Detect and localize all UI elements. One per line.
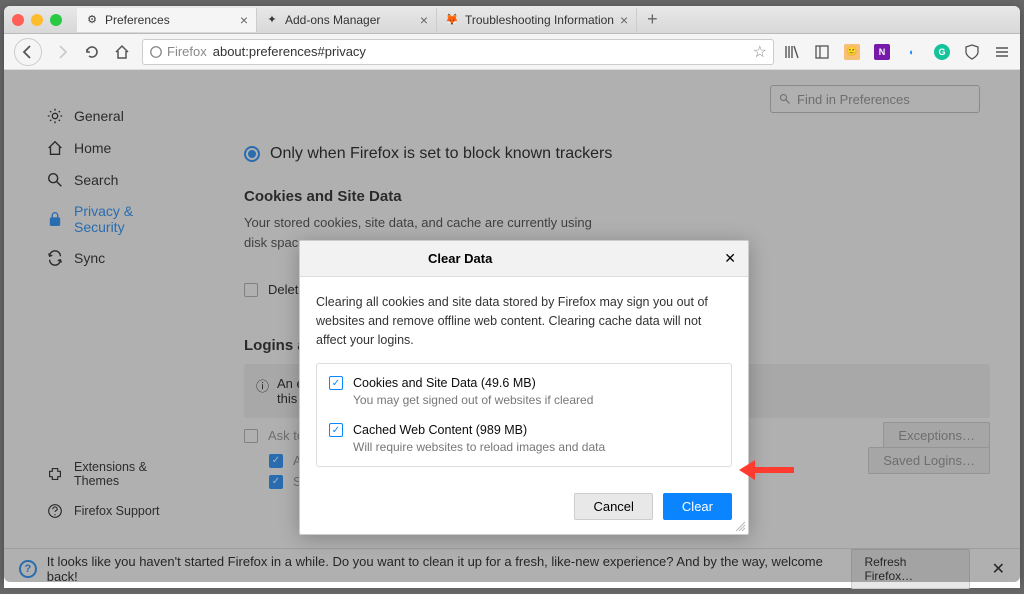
url-text: about:preferences#privacy bbox=[213, 44, 747, 59]
checkbox-icon: ✓ bbox=[329, 376, 343, 390]
reload-button[interactable] bbox=[82, 42, 102, 62]
navigation-toolbar: Firefox about:preferences#privacy ☆ 🙂 N … bbox=[4, 34, 1020, 70]
extension-onenote-icon[interactable]: N bbox=[874, 44, 890, 60]
cancel-button[interactable]: Cancel bbox=[574, 493, 652, 520]
identity-label: Firefox bbox=[167, 44, 207, 59]
browser-window: ⚙ Preferences × ✦ Add-ons Manager × 🦊 Tr… bbox=[4, 6, 1020, 582]
sidebar-icon[interactable] bbox=[814, 44, 830, 60]
dialog-title: Clear Data bbox=[428, 251, 492, 266]
tab-label: Troubleshooting Information bbox=[465, 13, 614, 27]
option-cookies[interactable]: ✓ Cookies and Site Data (49.6 MB) You ma… bbox=[329, 376, 719, 407]
option-label: Cookies and Site Data (49.6 MB) bbox=[353, 376, 593, 390]
dialog-description: Clearing all cookies and site data store… bbox=[316, 293, 732, 349]
clear-data-dialog: Clear Data ✕ Clearing all cookies and si… bbox=[299, 240, 749, 535]
checkbox-icon: ✓ bbox=[329, 423, 343, 437]
option-sublabel: You may get signed out of websites if cl… bbox=[353, 393, 593, 407]
extension-blue-icon[interactable]: ◐ bbox=[904, 44, 920, 60]
dialog-options: ✓ Cookies and Site Data (49.6 MB) You ma… bbox=[316, 363, 732, 467]
close-tab-icon[interactable]: × bbox=[620, 12, 628, 28]
tab-strip: ⚙ Preferences × ✦ Add-ons Manager × 🦊 Tr… bbox=[77, 8, 1012, 32]
forward-button[interactable] bbox=[52, 42, 72, 62]
preferences-content: General Home Search Privacy & Security S… bbox=[4, 70, 1020, 582]
tab-label: Add-ons Manager bbox=[285, 13, 380, 27]
dialog-titlebar: Clear Data ✕ bbox=[300, 241, 748, 277]
dialog-close-button[interactable]: ✕ bbox=[724, 250, 736, 267]
close-window-button[interactable] bbox=[12, 14, 24, 26]
titlebar: ⚙ Preferences × ✦ Add-ons Manager × 🦊 Tr… bbox=[4, 6, 1020, 34]
maximize-window-button[interactable] bbox=[50, 14, 62, 26]
firefox-icon: 🦊 bbox=[445, 13, 459, 27]
resize-grip-icon[interactable] bbox=[734, 520, 746, 532]
close-tab-icon[interactable]: × bbox=[420, 12, 428, 28]
option-label: Cached Web Content (989 MB) bbox=[353, 423, 605, 437]
new-tab-button[interactable]: + bbox=[637, 9, 668, 30]
dialog-body: Clearing all cookies and site data store… bbox=[300, 277, 748, 483]
back-button[interactable] bbox=[14, 38, 42, 66]
url-bar[interactable]: Firefox about:preferences#privacy ☆ bbox=[142, 39, 774, 65]
extension-avatar-icon[interactable]: 🙂 bbox=[844, 44, 860, 60]
clear-button[interactable]: Clear bbox=[663, 493, 732, 520]
tab-troubleshooting[interactable]: 🦊 Troubleshooting Information × bbox=[437, 8, 637, 32]
bookmark-star-icon[interactable]: ☆ bbox=[753, 42, 767, 62]
option-cache[interactable]: ✓ Cached Web Content (989 MB) Will requi… bbox=[329, 423, 719, 454]
tab-label: Preferences bbox=[105, 13, 170, 27]
dialog-footer: Cancel Clear bbox=[300, 483, 748, 534]
home-button[interactable] bbox=[112, 42, 132, 62]
app-menu-icon[interactable] bbox=[994, 44, 1010, 60]
puzzle-icon: ✦ bbox=[265, 13, 279, 27]
library-icon[interactable] bbox=[784, 44, 800, 60]
extension-shield-icon[interactable] bbox=[964, 44, 980, 60]
window-controls bbox=[12, 14, 62, 26]
minimize-window-button[interactable] bbox=[31, 14, 43, 26]
gear-icon: ⚙ bbox=[85, 13, 99, 27]
annotation-arrow bbox=[739, 458, 794, 488]
identity-box[interactable]: Firefox bbox=[149, 44, 207, 59]
tab-addons[interactable]: ✦ Add-ons Manager × bbox=[257, 8, 437, 32]
tab-preferences[interactable]: ⚙ Preferences × bbox=[77, 8, 257, 32]
toolbar-extensions: 🙂 N ◐ G bbox=[784, 44, 1010, 60]
option-sublabel: Will require websites to reload images a… bbox=[353, 440, 605, 454]
extension-grammarly-icon[interactable]: G bbox=[934, 44, 950, 60]
close-tab-icon[interactable]: × bbox=[240, 12, 248, 28]
